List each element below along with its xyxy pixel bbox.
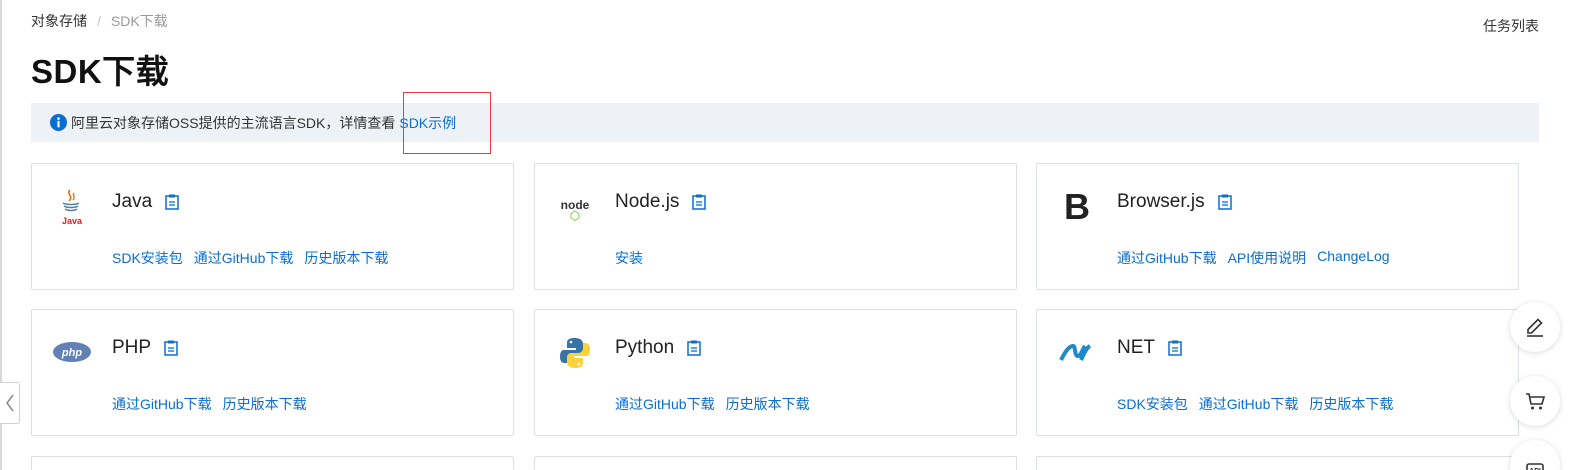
- python-logo-icon: [553, 330, 597, 374]
- java-logo-icon: Java: [50, 184, 94, 228]
- sdk-name: Java: [112, 191, 153, 212]
- sdk-examples-link[interactable]: SDK示例: [399, 113, 456, 133]
- copy-icon[interactable]: [1217, 194, 1232, 210]
- cart-button[interactable]: [1510, 376, 1560, 426]
- browserjs-changelog-link[interactable]: ChangeLog: [1317, 248, 1389, 268]
- breadcrumb-object-storage[interactable]: 对象存储: [31, 11, 87, 31]
- nodejs-logo-icon: node: [553, 184, 597, 228]
- task-list-link[interactable]: 任务列表: [1483, 16, 1539, 36]
- sdk-card-php: php PHP 通过GitHub下载 历史版本下载: [31, 309, 514, 436]
- sdk-name: PHP: [112, 337, 152, 358]
- python-history-link[interactable]: 历史版本下载: [726, 394, 810, 414]
- breadcrumb: 对象存储 / SDK下载: [31, 11, 168, 31]
- net-history-link[interactable]: 历史版本下载: [1309, 394, 1393, 414]
- sdk-card-browserjs: B Browser.js 通过GitHub下载 API使用说明 ChangeLo…: [1036, 163, 1519, 290]
- breadcrumb-current: SDK下载: [110, 13, 168, 29]
- java-history-link[interactable]: 历史版本下载: [304, 248, 388, 268]
- svg-text:php: php: [61, 347, 82, 359]
- sdk-name: Python: [615, 337, 675, 358]
- browserjs-api-link[interactable]: API使用说明: [1228, 248, 1307, 268]
- dotnet-logo-icon: [1055, 330, 1099, 374]
- svg-text:Java: Java: [62, 216, 83, 226]
- php-history-link[interactable]: 历史版本下载: [223, 394, 307, 414]
- nodejs-install-link[interactable]: 安装: [615, 248, 643, 268]
- edit-icon: [1527, 318, 1543, 337]
- python-github-link[interactable]: 通过GitHub下载: [615, 394, 715, 414]
- copy-icon[interactable]: [687, 340, 701, 356]
- copy-icon[interactable]: [1168, 340, 1182, 356]
- browserjs-github-link[interactable]: 通过GitHub下载: [1117, 248, 1217, 268]
- net-sdk-package-link[interactable]: SDK安装包: [1117, 394, 1188, 414]
- sdk-card-partial: [1036, 456, 1519, 470]
- svg-text:node: node: [561, 198, 590, 212]
- api-button[interactable]: API: [1510, 440, 1560, 470]
- info-notice: 阿里云对象存储OSS提供的主流语言SDK，详情查看 SDK示例: [31, 103, 1539, 142]
- sdk-card-net: NET SDK安装包 通过GitHub下载 历史版本下载: [1036, 309, 1519, 436]
- sdk-card-partial: [31, 456, 514, 470]
- info-icon: [50, 114, 67, 131]
- notice-text: 阿里云对象存储OSS提供的主流语言SDK，详情查看: [71, 114, 396, 131]
- sdk-card-python: Python 通过GitHub下载 历史版本下载: [534, 309, 1017, 436]
- copy-icon[interactable]: [165, 194, 179, 210]
- sidebar-collapse-handle[interactable]: [0, 382, 20, 424]
- sdk-card-java: Java Java SDK安装包 通过GitHub下载 历史版本下载: [31, 163, 514, 290]
- breadcrumb-separator: /: [97, 13, 101, 29]
- net-github-link[interactable]: 通过GitHub下载: [1199, 394, 1299, 414]
- sdk-card-nodejs: node Node.js 安装: [534, 163, 1017, 290]
- chevron-left-icon: [5, 394, 14, 412]
- sdk-name: NET: [1117, 337, 1155, 358]
- sdk-name: Browser.js: [1117, 191, 1205, 212]
- svg-text:B: B: [1064, 186, 1090, 227]
- php-github-link[interactable]: 通过GitHub下载: [112, 394, 212, 414]
- cart-icon: [1526, 393, 1546, 410]
- sdk-name: Node.js: [615, 191, 680, 212]
- sdk-card-partial: [534, 456, 1017, 470]
- java-sdk-package-link[interactable]: SDK安装包: [112, 248, 183, 268]
- feedback-edit-button[interactable]: [1510, 302, 1560, 352]
- java-github-link[interactable]: 通过GitHub下载: [194, 248, 294, 268]
- copy-icon[interactable]: [164, 340, 178, 356]
- api-icon: API: [1526, 463, 1544, 470]
- browserjs-logo-icon: B: [1055, 184, 1099, 228]
- page-title: SDK下载: [31, 53, 170, 90]
- copy-icon[interactable]: [692, 194, 707, 210]
- php-logo-icon: php: [50, 330, 94, 374]
